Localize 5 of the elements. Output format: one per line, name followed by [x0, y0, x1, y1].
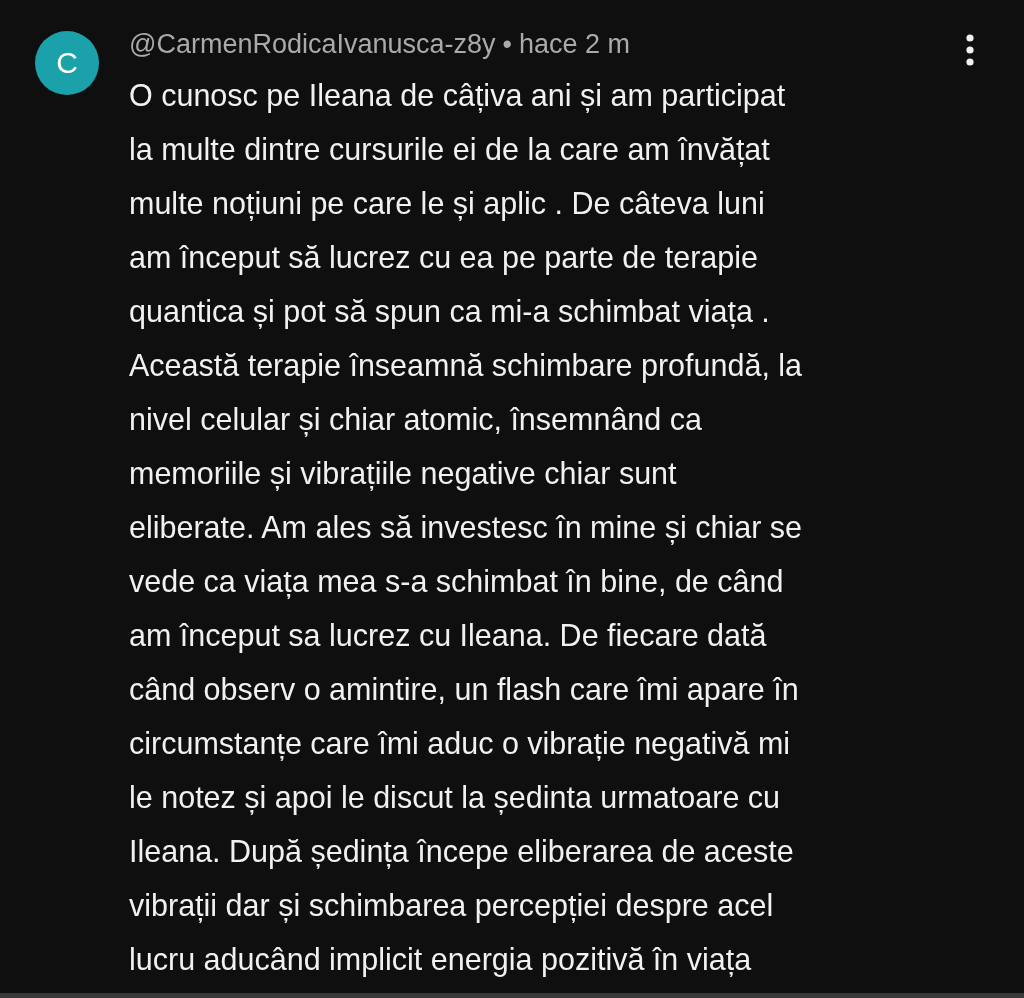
more-options-icon[interactable]: [966, 34, 974, 66]
author-name[interactable]: @CarmenRodicaIvanusca-z8y: [129, 28, 496, 60]
separator: •: [502, 28, 512, 60]
comment-time: hace 2 m: [519, 28, 631, 60]
comment-text: O cunosc pe Ileana de câțiva ani și am participat la multe dintre cursurile ei de la care am învățat multe noțiuni pe care le și aplic . De câteva luni am început să lucrez cu ea pe parte de terapie quantica și pot să spun ca mi-a schimbat viața . Această terapie înseamnă schimbare profundă, la nivel celular și chiar atomic, însemnând ca memoriile și vibrațiile negative chiar sunt eliberate. Am ales să investesc în mine și chiar se vede ca viața mea s-a schimbat în bine, de când am început sa lucrez cu Ileana. De fiecare dată când observ o amintire, un flash care îmi apare în circumstanțe care îmi aduc o vibrație negativă mi le notez și apoi le discut la ședinta urmatoare cu Ileana. După ședința începe eliberarea de aceste vibrații dar și schimbarea percepției despre acel lucru aducând implicit energia pozitivă în viața: [129, 77, 804, 979]
